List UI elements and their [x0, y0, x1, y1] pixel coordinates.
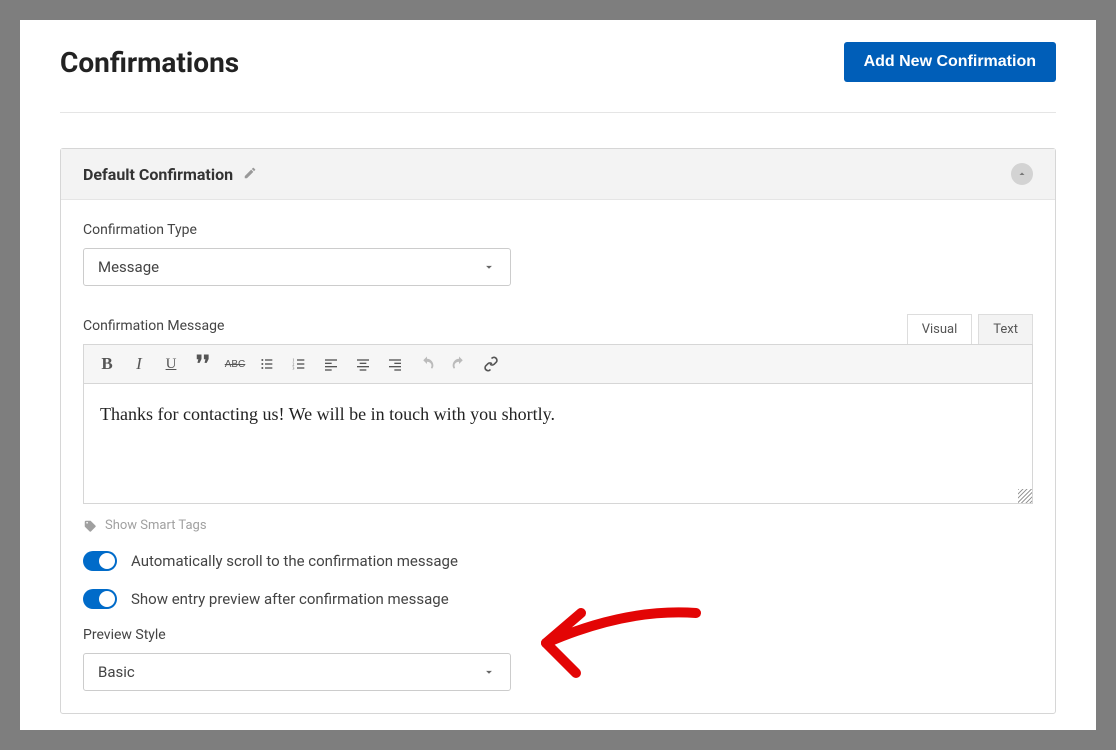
confirmation-message-editor[interactable]: Thanks for contacting us! We will be in … [83, 384, 1033, 504]
confirmation-message-content: Thanks for contacting us! We will be in … [100, 404, 555, 424]
show-preview-toggle-row: Show entry preview after confirmation me… [83, 589, 1033, 609]
show-smart-tags-link[interactable]: Show Smart Tags [83, 518, 1033, 533]
undo-button[interactable] [412, 349, 442, 379]
editor-toolbar: B I U ❜❜ ABC 123 [83, 344, 1033, 384]
show-preview-toggle[interactable] [83, 589, 117, 609]
page-root: Confirmations Add New Confirmation Defau… [20, 20, 1096, 730]
panel-header: Default Confirmation [61, 149, 1055, 200]
auto-scroll-toggle[interactable] [83, 551, 117, 571]
italic-button[interactable]: I [124, 349, 154, 379]
chevron-down-icon [482, 665, 496, 679]
strikethrough-button[interactable]: ABC [220, 349, 250, 379]
redo-button[interactable] [444, 349, 474, 379]
collapse-panel-button[interactable] [1011, 163, 1033, 185]
panel-body: Confirmation Type Message Confirmation M… [61, 200, 1055, 713]
tag-icon [83, 519, 97, 533]
bullet-list-button[interactable] [252, 349, 282, 379]
align-center-button[interactable] [348, 349, 378, 379]
tab-visual[interactable]: Visual [907, 314, 973, 344]
chevron-down-icon [482, 260, 496, 274]
edit-icon[interactable] [243, 165, 257, 184]
underline-button[interactable]: U [156, 349, 186, 379]
confirmation-type-label: Confirmation Type [83, 222, 1033, 238]
align-right-button[interactable] [380, 349, 410, 379]
blockquote-button[interactable]: ❜❜ [188, 349, 218, 379]
preview-style-value: Basic [98, 663, 135, 681]
confirmation-type-select[interactable]: Message [83, 248, 511, 286]
svg-text:3: 3 [292, 365, 294, 370]
show-preview-toggle-label: Show entry preview after confirmation me… [131, 590, 449, 608]
page-header: Confirmations Add New Confirmation [60, 42, 1056, 113]
confirmation-panel: Default Confirmation Confirmation Type M… [60, 148, 1056, 714]
smart-tags-label: Show Smart Tags [105, 518, 207, 533]
add-new-confirmation-button[interactable]: Add New Confirmation [844, 42, 1056, 82]
preview-style-label: Preview Style [83, 627, 1033, 643]
numbered-list-button[interactable]: 123 [284, 349, 314, 379]
align-left-button[interactable] [316, 349, 346, 379]
auto-scroll-toggle-label: Automatically scroll to the confirmation… [131, 552, 458, 570]
preview-style-select[interactable]: Basic [83, 653, 511, 691]
link-button[interactable] [476, 349, 506, 379]
bold-button[interactable]: B [92, 349, 122, 379]
panel-title: Default Confirmation [83, 165, 233, 184]
page-title: Confirmations [60, 46, 239, 79]
editor-tabs: Visual Text [907, 314, 1033, 344]
confirmation-type-value: Message [98, 258, 159, 276]
auto-scroll-toggle-row: Automatically scroll to the confirmation… [83, 551, 1033, 571]
tab-text[interactable]: Text [978, 314, 1033, 344]
confirmation-message-label: Confirmation Message [83, 318, 224, 334]
editor-resize-handle[interactable] [1018, 489, 1032, 503]
